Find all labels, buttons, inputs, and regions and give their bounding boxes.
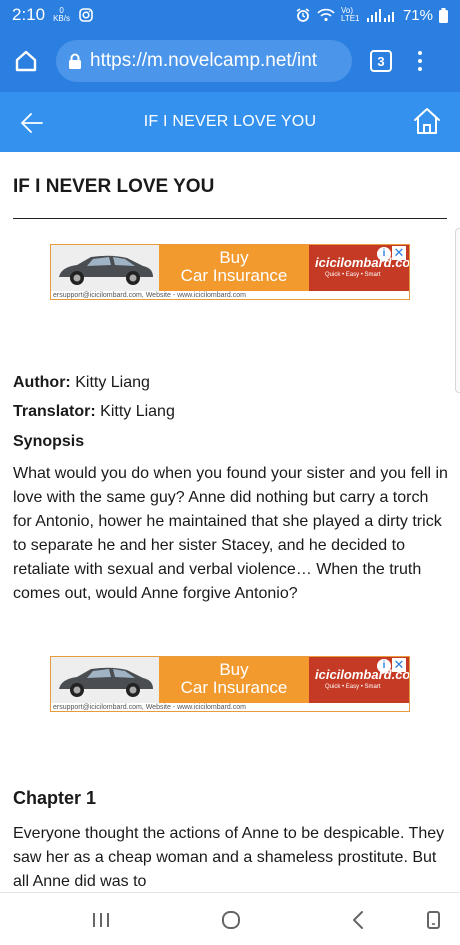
chapter-title: Chapter 1 bbox=[13, 788, 97, 808]
back-arrow-icon[interactable] bbox=[18, 109, 46, 137]
wifi-icon bbox=[317, 8, 335, 22]
ad-footer: ersupport@icicilombard.com, Website - ww… bbox=[51, 291, 409, 299]
synopsis-heading: Synopsis bbox=[13, 433, 85, 450]
battery-icon bbox=[439, 7, 448, 23]
tab-switcher-button[interactable]: 3 bbox=[370, 50, 392, 72]
translator-line: Translator: Kitty Liang bbox=[13, 403, 175, 420]
scrollbar[interactable] bbox=[455, 228, 460, 393]
ad-banner[interactable]: Buy Car Insurance icicilombard.com Quick… bbox=[50, 244, 410, 300]
signal-icon bbox=[366, 9, 394, 22]
page-title: IF I NEVER LOVE YOU bbox=[13, 176, 215, 197]
menu-icon[interactable] bbox=[410, 45, 430, 77]
alarm-icon bbox=[296, 8, 310, 22]
home-icon bbox=[15, 50, 37, 72]
status-time: 2:10 bbox=[12, 5, 46, 24]
ad-brand-tagline: Quick • Easy • Smart bbox=[325, 272, 381, 278]
header-title: IF I NEVER LOVE YOU bbox=[143, 113, 317, 130]
lock-icon bbox=[69, 53, 81, 69]
url-text: https://m.novelcamp.net/int bbox=[90, 50, 318, 71]
synopsis-text: What would you do when you found your si… bbox=[13, 465, 448, 602]
author-line: Author: Kitty Liang bbox=[13, 374, 150, 391]
browser-toolbar: https://m.novelcamp.net/int 3 bbox=[0, 30, 460, 92]
address-bar[interactable]: https://m.novelcamp.net/int bbox=[56, 40, 352, 82]
home-circle-icon[interactable] bbox=[218, 907, 244, 933]
ad-info-icon[interactable]: i bbox=[377, 659, 391, 673]
car-image bbox=[51, 245, 159, 291]
site-home-icon[interactable] bbox=[412, 106, 442, 136]
ad-banner[interactable]: Buy Car Insurance icicilombard.com Quick… bbox=[50, 656, 410, 712]
author-name: Kitty Liang bbox=[75, 374, 150, 391]
rotate-icon[interactable] bbox=[420, 907, 446, 933]
ad-info-icon[interactable]: i bbox=[377, 247, 391, 261]
ad-brand-tagline: Quick • Easy • Smart bbox=[325, 684, 381, 690]
recent-apps-icon[interactable] bbox=[88, 907, 114, 933]
instagram-icon bbox=[79, 8, 93, 22]
ad-headline: Buy Car Insurance bbox=[180, 660, 288, 697]
network-label: Vo) LTE1 bbox=[340, 6, 360, 23]
status-bar: 2:10 0 KB/s Vo) LTE1 71% bbox=[0, 0, 460, 30]
browser-home-button[interactable] bbox=[10, 45, 42, 77]
back-chevron-icon[interactable] bbox=[346, 907, 372, 933]
title-divider bbox=[13, 218, 447, 219]
translator-name: Kitty Liang bbox=[100, 403, 175, 420]
ad-close-icon[interactable]: ✕ bbox=[392, 246, 406, 260]
system-nav-bar bbox=[0, 892, 460, 945]
network-speed: 0 KB/s bbox=[53, 6, 70, 23]
ad-headline: Buy Car Insurance bbox=[180, 248, 288, 285]
chapter-text: Everyone thought the actions of Anne to … bbox=[13, 825, 445, 890]
article-content[interactable]: IF I NEVER LOVE YOU Buy Car Insurance ic… bbox=[0, 152, 460, 892]
car-image bbox=[51, 657, 159, 703]
ad-close-icon[interactable]: ✕ bbox=[392, 658, 406, 672]
battery-percent: 71% bbox=[402, 6, 433, 24]
site-header: IF I NEVER LOVE YOU bbox=[0, 92, 460, 152]
ad-footer: ersupport@icicilombard.com, Website - ww… bbox=[51, 703, 409, 711]
